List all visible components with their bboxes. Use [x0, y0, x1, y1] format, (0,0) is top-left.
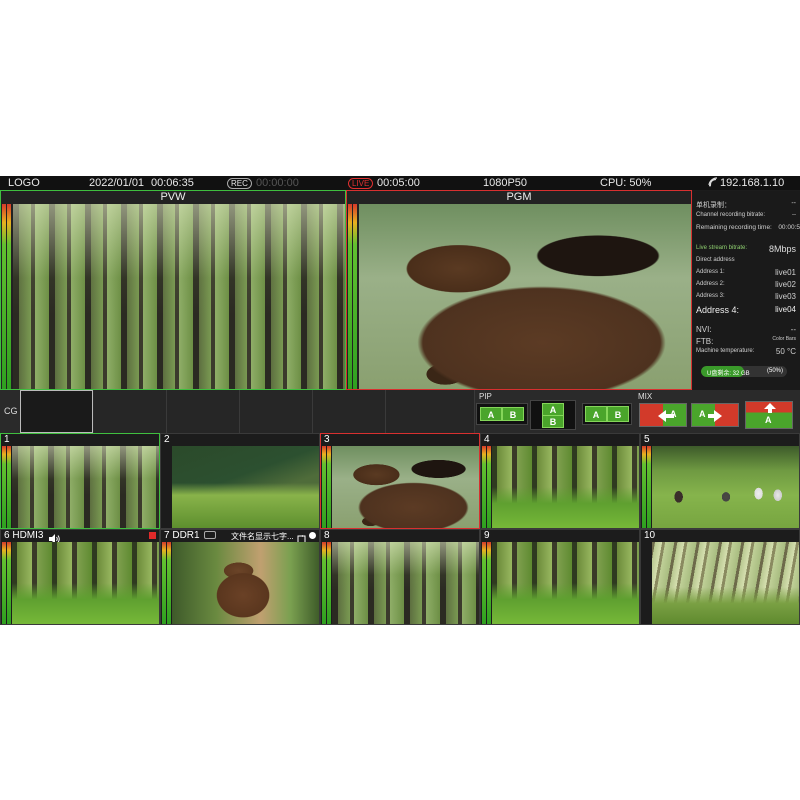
source-2-video: [172, 446, 319, 528]
top-status-bar: LOGO 2022/01/01 00:06:35 REC 00:00:00 LI…: [0, 176, 800, 190]
source-3[interactable]: 3: [320, 433, 480, 529]
pip-label: PIP: [479, 392, 492, 401]
source-2[interactable]: 2: [160, 433, 320, 529]
clock-time: 00:06:35: [151, 177, 194, 189]
mix-wipe-right-button[interactable]: A: [691, 403, 739, 427]
audio-meter-right: [7, 204, 11, 389]
address-1-row: Address 1: live01: [696, 268, 796, 277]
local-recording-row: 单机录制： --: [696, 200, 796, 209]
source-9-video: [492, 542, 639, 624]
source-7-name: DDR1: [172, 530, 200, 541]
source-8[interactable]: 8: [320, 529, 480, 625]
record-square-icon: [149, 532, 156, 539]
switcher-screen: LOGO 2022/01/01 00:06:35 REC 00:00:00 LI…: [0, 176, 800, 625]
mix-wipe-up-button[interactable]: A: [745, 401, 793, 429]
source-1[interactable]: 1: [0, 433, 160, 529]
nvi-row: NVI: --: [696, 325, 796, 334]
source-8-video: [332, 542, 479, 624]
ftb-row: FTB: Color Bars: [696, 336, 796, 346]
audio-meter-left: [2, 204, 6, 389]
storage-bar: U盘剩余: 32 GB (50%): [701, 366, 787, 377]
source-10[interactable]: 10: [640, 529, 800, 625]
live-badge[interactable]: LIVE: [348, 178, 374, 189]
storage-percent: (50%): [766, 368, 783, 374]
rec-badge[interactable]: REC: [227, 178, 252, 189]
date: 2022/01/01: [89, 177, 145, 189]
cg-label: CG: [4, 406, 18, 416]
cg-slot-6[interactable]: [386, 390, 475, 433]
storage-text: U盘剩余: 32 GB: [707, 371, 750, 377]
cg-slot-3[interactable]: [167, 390, 240, 433]
source-3-video: [332, 446, 479, 528]
ddr-filename: 文件名显示七字...: [231, 532, 294, 541]
pgm-label: PGM: [506, 191, 532, 203]
pip-stacked-button[interactable]: A B: [530, 400, 576, 430]
source-7[interactable]: 7 DDR1 文件名显示七字...: [160, 529, 320, 625]
source-4[interactable]: 4: [480, 433, 640, 529]
source-6-video: [12, 542, 159, 624]
cg-slot-1[interactable]: [20, 390, 93, 433]
source-1-video: [12, 446, 159, 528]
ddr-icon: [204, 531, 216, 539]
rec-time: 00:00:00: [256, 177, 299, 189]
cg-slot-5[interactable]: [313, 390, 386, 433]
mix-wipe-left-button[interactable]: A: [639, 403, 687, 427]
source-10-video: [652, 542, 799, 624]
source-6-name: HDMI3: [12, 530, 44, 541]
live-time: 00:05:00: [377, 177, 420, 189]
channel-bitrate-row: Channel recording bitrate: --: [696, 212, 796, 218]
status-info-panel: 单机录制： -- Channel recording bitrate: -- Rem…: [693, 191, 800, 390]
audio-meter-left: [348, 204, 352, 389]
source-7-video: [172, 542, 319, 624]
pip-side-by-side-button[interactable]: A B: [476, 403, 528, 425]
output-format: 1080P50: [483, 177, 528, 189]
cg-slot-4[interactable]: [240, 390, 313, 433]
cpu-usage: CPU: 50%: [600, 177, 652, 189]
audio-meter-right: [353, 204, 357, 389]
program-monitor[interactable]: PGM: [346, 190, 692, 390]
ip-address: 192.168.1.10: [720, 177, 785, 189]
pvw-label: PVW: [160, 191, 186, 203]
mix-label: MIX: [638, 392, 653, 401]
source-9[interactable]: 9: [480, 529, 640, 625]
logo: LOGO: [8, 177, 40, 189]
source-5-video: [652, 446, 799, 528]
direct-address-row: Direct address: [696, 257, 735, 263]
play-dot-icon[interactable]: [309, 532, 316, 539]
live-bitrate-row: Live stream bitrate: 8Mbps: [696, 244, 796, 254]
remaining-time-row: Remaining recording time: 00:00:5: [696, 224, 800, 231]
pip-split-button[interactable]: A B: [582, 403, 632, 425]
cg-strip: CG PIP MIX A B A B A B A A A: [0, 390, 800, 433]
address-3-row: Address 3: live03: [696, 292, 796, 301]
temperature-row: Machine temperature: 50 °C: [696, 347, 796, 356]
pvw-video: [13, 204, 345, 389]
preview-monitor[interactable]: PVW: [0, 190, 346, 390]
address-4-row: Address 4: live04: [696, 305, 796, 315]
address-2-row: Address 2: live02: [696, 280, 796, 289]
source-4-video: [492, 446, 639, 528]
pgm-video: [359, 204, 691, 389]
source-6[interactable]: 6 HDMI3: [0, 529, 160, 625]
source-5[interactable]: 5: [640, 433, 800, 529]
cg-slot-2[interactable]: [94, 390, 167, 433]
wifi-icon: [708, 177, 718, 191]
